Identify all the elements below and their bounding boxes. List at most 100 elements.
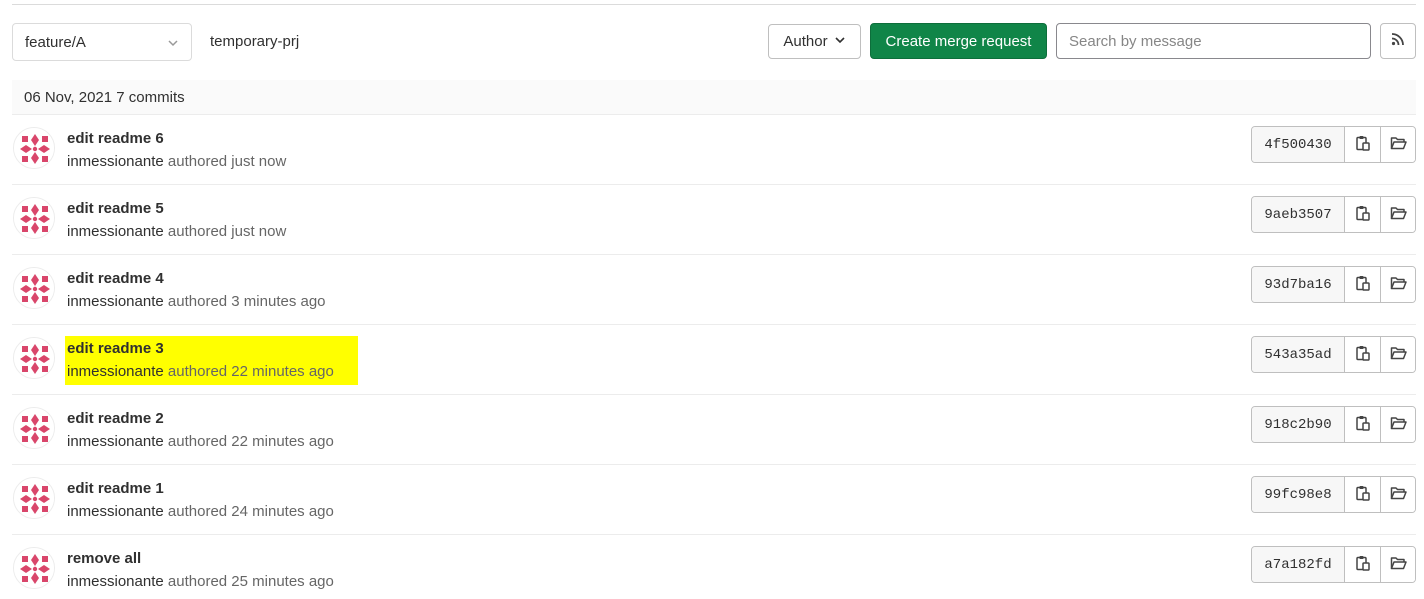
commit-meta: inmessionante authored 22 minutes ago — [67, 360, 334, 383]
commit-sha[interactable]: 93d7ba16 — [1252, 267, 1345, 302]
rss-icon — [1391, 32, 1405, 50]
commit-sha[interactable]: 543a35ad — [1252, 337, 1345, 372]
commit-title[interactable]: edit readme 1 — [67, 478, 334, 500]
avatar[interactable] — [13, 267, 55, 309]
folder-open-icon — [1390, 206, 1407, 224]
commit-meta: inmessionante authored 24 minutes ago — [67, 500, 334, 523]
commit-title[interactable]: edit readme 6 — [67, 128, 286, 150]
avatar[interactable] — [13, 197, 55, 239]
create-merge-request-button[interactable]: Create merge request — [870, 23, 1047, 59]
commit-title[interactable]: edit readme 4 — [67, 268, 326, 290]
clipboard-icon — [1355, 345, 1371, 365]
copy-sha-button[interactable] — [1345, 267, 1380, 302]
commit-info: edit readme 4 inmessionante authored 3 m… — [65, 266, 328, 315]
commit-sha[interactable]: 918c2b90 — [1252, 407, 1345, 442]
commit-row: edit readme 5 inmessionante authored jus… — [12, 185, 1416, 255]
commit-title[interactable]: edit readme 2 — [67, 408, 334, 430]
commit-info: edit readme 3 inmessionante authored 22 … — [65, 336, 358, 385]
commit-row: edit readme 1 inmessionante authored 24 … — [12, 465, 1416, 535]
commit-author[interactable]: inmessionante — [67, 433, 164, 450]
branch-dropdown[interactable]: feature/A — [12, 23, 192, 61]
branch-name: feature/A — [25, 33, 86, 51]
commit-sha-group: 918c2b90 — [1251, 406, 1416, 443]
folder-open-icon — [1390, 276, 1407, 294]
avatar[interactable] — [13, 127, 55, 169]
browse-files-button[interactable] — [1380, 547, 1415, 582]
clipboard-icon — [1355, 485, 1371, 505]
clipboard-icon — [1355, 415, 1371, 435]
commit-sha-group: 4f500430 — [1251, 126, 1416, 163]
commit-sha[interactable]: 99fc98e8 — [1252, 477, 1345, 512]
commit-title[interactable]: edit readme 5 — [67, 198, 286, 220]
avatar[interactable] — [13, 477, 55, 519]
folder-open-icon — [1390, 346, 1407, 364]
commit-info: edit readme 2 inmessionante authored 22 … — [65, 406, 336, 455]
commit-time: 24 minutes ago — [231, 503, 334, 520]
commit-time: 3 minutes ago — [231, 293, 326, 310]
commit-row: edit readme 6 inmessionante authored jus… — [12, 115, 1416, 185]
browse-files-button[interactable] — [1380, 197, 1415, 232]
top-divider — [12, 4, 1416, 5]
folder-open-icon — [1390, 556, 1407, 574]
copy-sha-button[interactable] — [1345, 197, 1380, 232]
commit-verb: authored — [167, 293, 228, 310]
copy-sha-button[interactable] — [1345, 547, 1380, 582]
commit-author[interactable]: inmessionante — [67, 363, 164, 380]
chevron-down-icon — [167, 36, 179, 53]
search-by-message-input[interactable] — [1056, 23, 1371, 59]
copy-sha-button[interactable] — [1345, 407, 1380, 442]
chevron-down-icon — [834, 33, 846, 50]
commit-author[interactable]: inmessionante — [67, 223, 164, 240]
commit-row: edit readme 3 inmessionante authored 22 … — [12, 325, 1416, 395]
avatar[interactable] — [13, 337, 55, 379]
commit-time: just now — [231, 223, 287, 240]
copy-sha-button[interactable] — [1345, 477, 1380, 512]
browse-files-button[interactable] — [1380, 477, 1415, 512]
commit-meta: inmessionante authored 22 minutes ago — [67, 430, 334, 453]
commit-verb: authored — [167, 573, 228, 590]
avatar[interactable] — [13, 547, 55, 589]
commit-time: just now — [231, 153, 287, 170]
commit-author[interactable]: inmessionante — [67, 293, 164, 310]
commit-row: remove all inmessionante authored 25 min… — [12, 535, 1416, 599]
commit-author[interactable]: inmessionante — [67, 503, 164, 520]
commit-verb: authored — [167, 153, 228, 170]
commit-info: edit readme 5 inmessionante authored jus… — [65, 196, 288, 245]
commit-sha-group: 543a35ad — [1251, 336, 1416, 373]
clipboard-icon — [1355, 135, 1371, 155]
folder-open-icon — [1390, 416, 1407, 434]
commit-verb: authored — [167, 503, 228, 520]
commit-meta: inmessionante authored just now — [67, 150, 286, 173]
commits-toolbar: feature/A temporary-prj Author Create me… — [12, 23, 1416, 61]
commit-sha[interactable]: a7a182fd — [1252, 547, 1345, 582]
avatar[interactable] — [13, 407, 55, 449]
browse-files-button[interactable] — [1380, 337, 1415, 372]
browse-files-button[interactable] — [1380, 127, 1415, 162]
clipboard-icon — [1355, 205, 1371, 225]
commit-info: edit readme 6 inmessionante authored jus… — [65, 126, 288, 175]
commit-sha-group: 9aeb3507 — [1251, 196, 1416, 233]
browse-files-button[interactable] — [1380, 267, 1415, 302]
browse-files-button[interactable] — [1380, 407, 1415, 442]
commit-meta: inmessionante authored just now — [67, 220, 286, 243]
commit-sha-group: 99fc98e8 — [1251, 476, 1416, 513]
commit-sha[interactable]: 4f500430 — [1252, 127, 1345, 162]
commit-title[interactable]: remove all — [67, 548, 334, 570]
commit-time: 22 minutes ago — [231, 363, 334, 380]
commit-title[interactable]: edit readme 3 — [67, 338, 334, 360]
commit-author[interactable]: inmessionante — [67, 573, 164, 590]
commit-author[interactable]: inmessionante — [67, 153, 164, 170]
commit-row: edit readme 4 inmessionante authored 3 m… — [12, 255, 1416, 325]
commit-meta: inmessionante authored 3 minutes ago — [67, 290, 326, 313]
author-filter-button[interactable]: Author — [768, 24, 861, 59]
project-breadcrumb[interactable]: temporary-prj — [210, 23, 299, 61]
commit-time: 22 minutes ago — [231, 433, 334, 450]
commit-verb: authored — [167, 363, 228, 380]
author-filter-label: Author — [783, 33, 828, 50]
commit-time: 25 minutes ago — [231, 573, 334, 590]
copy-sha-button[interactable] — [1345, 127, 1380, 162]
commit-verb: authored — [167, 433, 228, 450]
rss-feed-button[interactable] — [1380, 23, 1416, 59]
commit-sha[interactable]: 9aeb3507 — [1252, 197, 1345, 232]
copy-sha-button[interactable] — [1345, 337, 1380, 372]
